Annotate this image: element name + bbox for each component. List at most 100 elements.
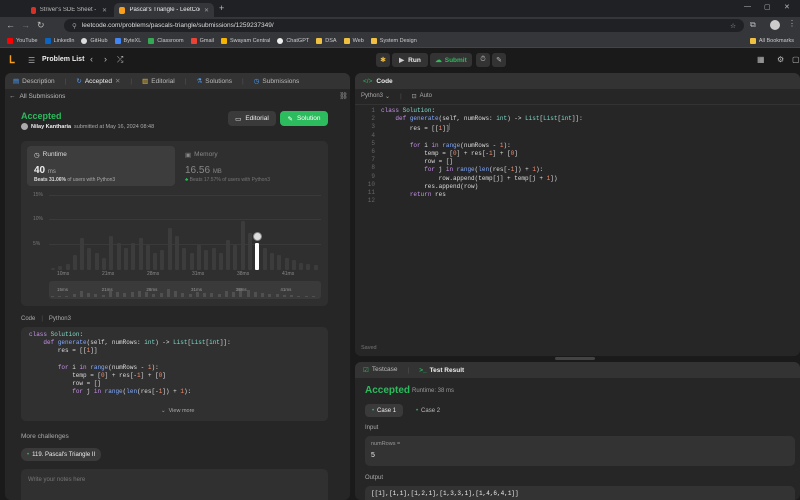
chart-bar[interactable] [306, 264, 311, 270]
chart-bar[interactable] [204, 250, 209, 270]
maximize-icon[interactable]: ▢ [764, 3, 771, 11]
notes-input[interactable]: Write your notes here [21, 469, 328, 500]
shuffle-icon[interactable]: ⤮ [117, 55, 123, 65]
chart-bar[interactable] [102, 257, 107, 270]
bookmark-gmail[interactable]: Gmail [190, 38, 214, 44]
prev-problem-icon[interactable]: ‹ [90, 54, 93, 64]
chart-bar[interactable] [255, 242, 260, 270]
chart-bar[interactable] [138, 237, 143, 270]
next-problem-icon[interactable]: › [104, 54, 107, 64]
problem-list-link[interactable]: Problem List [42, 56, 84, 63]
leetcode-logo-icon[interactable]: ᒪ [9, 55, 19, 66]
tab-close-icon[interactable]: ✕ [102, 7, 107, 14]
user-avatar[interactable] [21, 123, 28, 130]
bookmark-swayam[interactable]: Swayam Central [220, 38, 270, 44]
bookmark-chatgpt[interactable]: ChatGPT [277, 38, 309, 44]
chart-bar[interactable] [51, 267, 55, 270]
browser-tab-leetcode[interactable]: Pascal's Triangle - LeetCode ✕ [114, 3, 214, 17]
chart-bar[interactable] [240, 221, 245, 270]
chart-bar[interactable] [291, 260, 296, 270]
chart-bar[interactable] [299, 262, 304, 270]
chart-bar[interactable] [248, 232, 253, 270]
tab-accepted[interactable]: ↻ Accepted ✕ [76, 77, 120, 86]
forward-arrow-icon[interactable]: → [21, 20, 30, 30]
chart-bar[interactable] [175, 236, 180, 270]
chart-bar[interactable] [196, 245, 201, 270]
runtime-box[interactable]: ◷ Runtime 40 ms Beats 31.06% of users wit… [27, 146, 175, 186]
chart-bar[interactable] [145, 245, 150, 270]
run-button[interactable]: ▶ Run [392, 53, 428, 67]
chart-bar[interactable] [58, 266, 63, 270]
link-icon[interactable]: ⛓ [339, 92, 348, 100]
tab-submissions[interactable]: ◷ Submissions [254, 77, 300, 86]
bookmark-bytexl[interactable]: ByteXL [114, 38, 141, 44]
timer-button[interactable]: ⏱ [476, 53, 490, 67]
profile-icon[interactable]: ▢ [792, 55, 800, 64]
minimize-icon[interactable]: — [744, 3, 751, 10]
submitted-code-block[interactable]: class Solution: def generate(self, numRo… [21, 327, 328, 421]
view-more-button[interactable]: ⌄ View more [161, 408, 195, 414]
chart-bar[interactable] [211, 247, 216, 270]
settings-gear-icon[interactable]: ⚙ [777, 55, 784, 64]
menu-kebab-icon[interactable]: ⋮ [788, 19, 796, 28]
chart-bar[interactable] [269, 252, 274, 270]
browser-tab-striver[interactable]: Striver's SDE Sheet - Top Codin ✕ [26, 3, 112, 17]
chart-bar[interactable] [284, 257, 289, 270]
chart-bar[interactable] [153, 252, 158, 270]
profile-avatar[interactable] [770, 20, 780, 30]
language-select[interactable]: Python3 ⌄ [361, 93, 390, 100]
chart-bar[interactable] [277, 255, 282, 270]
bookmark-system-design[interactable]: System Design [370, 38, 417, 44]
bookmark-youtube[interactable]: YouTube [7, 38, 38, 44]
reload-icon[interactable]: ↻ [37, 20, 45, 31]
tab-editorial[interactable]: ▥ Editorial [142, 77, 175, 86]
chart-bar[interactable] [160, 250, 165, 270]
user-name[interactable]: Nilay Kantharia [31, 124, 71, 130]
resize-handle[interactable] [555, 357, 595, 360]
chart-bar[interactable] [116, 242, 121, 270]
close-window-icon[interactable]: ✕ [784, 3, 790, 11]
chart-bar[interactable] [313, 265, 318, 270]
chart-bar[interactable] [87, 247, 92, 270]
bookmark-github[interactable]: GitHub [81, 38, 108, 44]
back-arrow-icon[interactable]: ← [6, 20, 15, 30]
all-submissions-link[interactable]: ← All Submissions [9, 93, 65, 100]
chart-bar[interactable] [182, 247, 187, 270]
chart-bar[interactable] [131, 242, 136, 270]
tab-solutions[interactable]: ⚗ Solutions [196, 77, 232, 86]
code-editor-text[interactable]: class Solution: def generate(self, numRo… [381, 107, 583, 199]
bookmark-web[interactable]: Web [343, 38, 364, 44]
chart-bar[interactable] [262, 247, 267, 270]
bookmark-linkedin[interactable]: LinkedIn [44, 38, 74, 44]
challenge-chip[interactable]: • 119. Pascal's Triangle II [21, 448, 102, 461]
chart-bar[interactable] [226, 240, 231, 270]
case-2-tab[interactable]: • Case 2 [409, 404, 447, 417]
tab-description[interactable]: ▤ Description [13, 77, 55, 86]
chart-bar[interactable] [94, 252, 99, 270]
bookmark-star-icon[interactable]: ☆ [730, 22, 736, 30]
chart-bar[interactable] [189, 252, 194, 270]
chart-bar[interactable] [167, 227, 172, 270]
case-1-tab[interactable]: • Case 1 [365, 404, 403, 417]
new-tab-icon[interactable]: + [219, 3, 224, 13]
submit-button[interactable]: ☁ Submit [430, 53, 472, 67]
bookmark-classroom[interactable]: Classroom [148, 38, 184, 44]
chart-bar[interactable] [80, 237, 85, 270]
tab-testcase[interactable]: ☑ Testcase [363, 366, 397, 374]
chart-bar[interactable] [65, 264, 70, 270]
all-bookmarks[interactable]: All Bookmarks [749, 38, 794, 44]
range-scrubber[interactable]: 15ms 21ms 28ms 31ms 38ms 41ms [49, 281, 321, 299]
chart-bar[interactable] [218, 252, 223, 270]
editorial-button[interactable]: ▭ Editorial [228, 111, 276, 126]
chart-bar[interactable] [109, 236, 114, 270]
notes-button[interactable]: ✎ [492, 53, 506, 67]
chart-bar[interactable] [72, 255, 77, 270]
layout-icon[interactable]: ▦ [757, 55, 765, 64]
extensions-icon[interactable]: ⧉ [750, 20, 756, 30]
tab-test-result[interactable]: >_ Test Result [419, 367, 464, 374]
tab-close-icon[interactable]: ✕ [204, 7, 209, 14]
site-info-icon[interactable]: ⚲ [72, 22, 77, 30]
auto-mode-toggle[interactable]: ⊡ Auto [412, 93, 432, 100]
chart-bar[interactable] [233, 245, 238, 270]
chart-bar[interactable] [123, 247, 128, 270]
